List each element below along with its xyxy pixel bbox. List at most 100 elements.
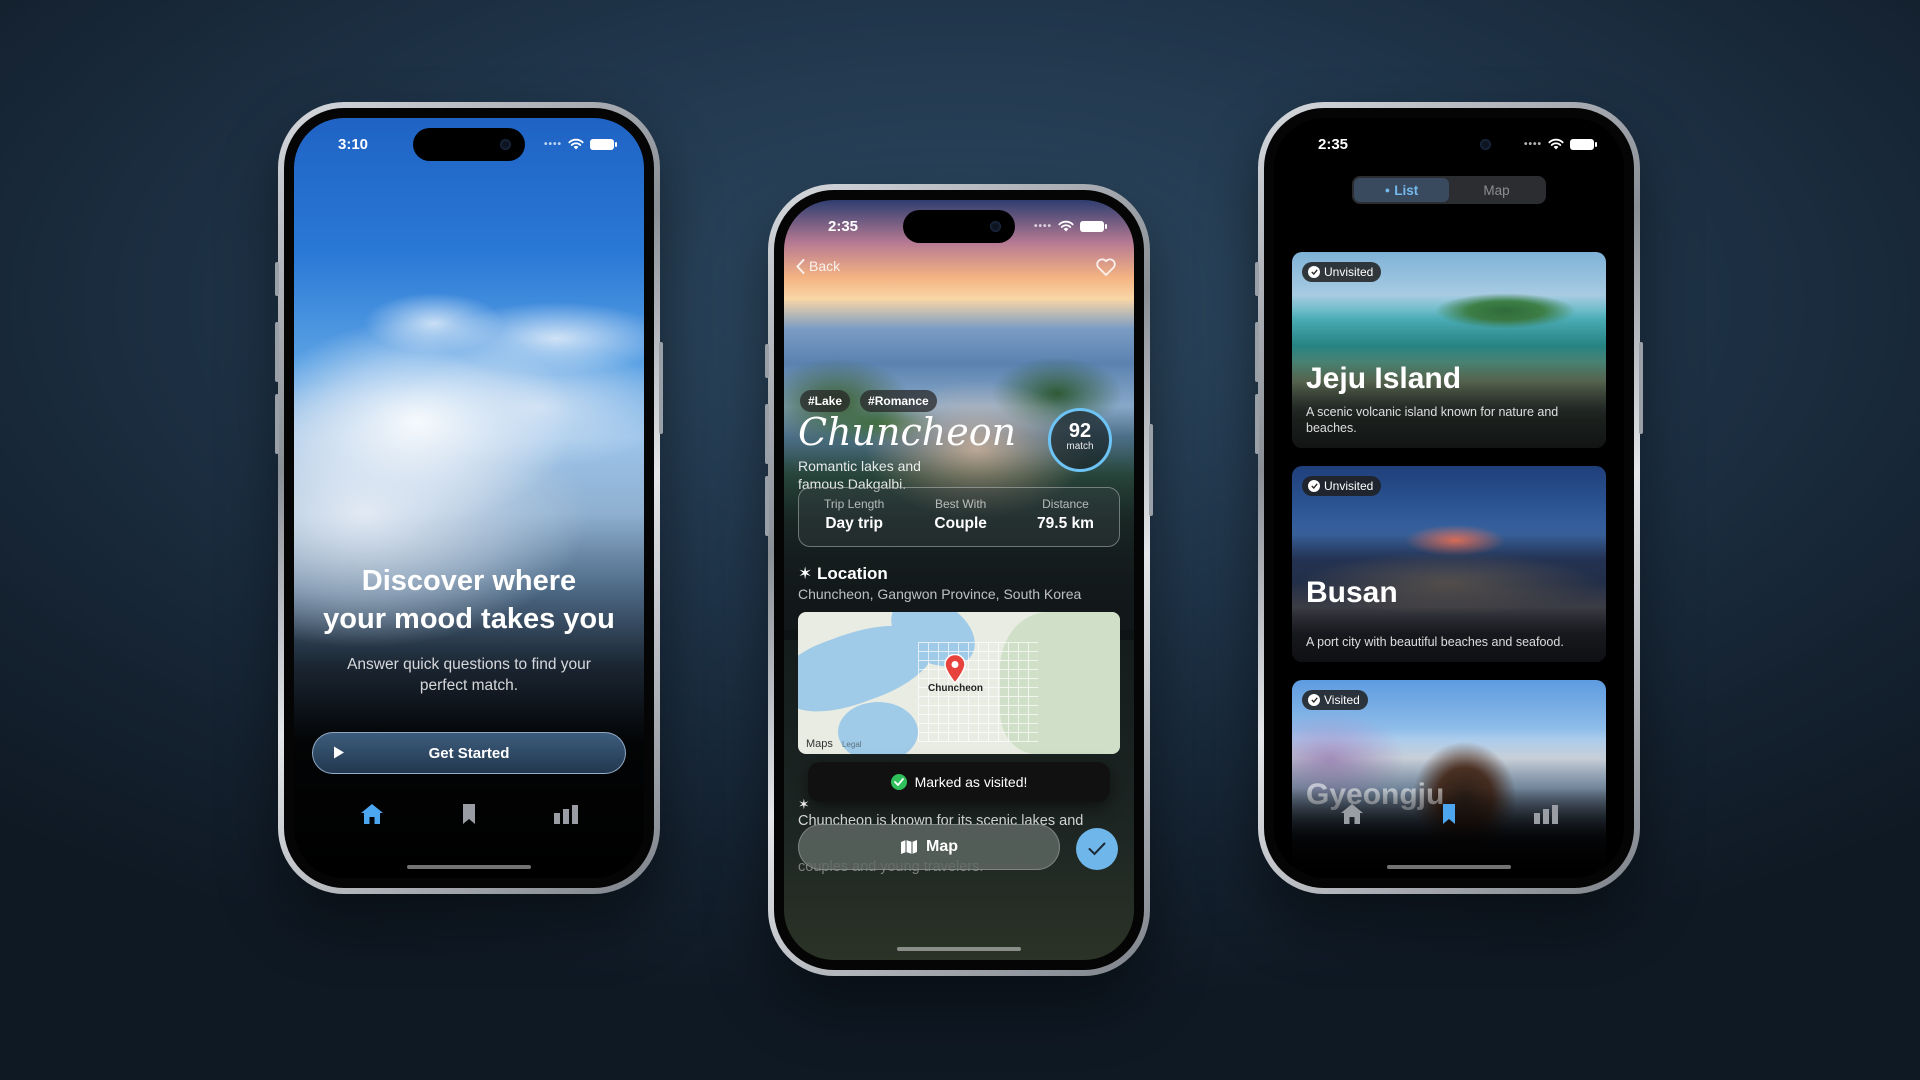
stat-best-with: Best With Couple [934,497,987,546]
phone-onboarding: 3:10 •••• Discover where your mood takes… [275,102,663,894]
stat-key: Trip Length [824,497,885,511]
back-label: Back [809,258,841,274]
location-heading-text: Location [816,564,888,583]
tag-chips: #Lake #Romance [800,390,937,412]
tab-stats[interactable] [1531,800,1561,828]
wifi-icon [1058,220,1074,232]
check-circle-icon [1308,480,1320,492]
status-bar: 2:35 •••• [784,216,1134,238]
bookmark-icon [1442,804,1455,824]
status-time: 2:35 [828,218,859,235]
card-title: Jeju Island [1306,362,1462,395]
location-map[interactable]: Chuncheon Maps Legal [798,612,1120,754]
segment-list[interactable]: ● List [1354,178,1449,202]
status-time: 3:10 [338,136,369,153]
home-indicator [1387,865,1511,869]
bookmark-icon [462,804,475,824]
active-dot-icon: ● [1384,185,1391,195]
signal-icon: •••• [543,138,562,150]
phone-destination-detail: 2:35 •••• Back #Lake #Romance Chuncheon … [765,184,1153,976]
stat-value: 79.5 km [1037,515,1094,532]
stats-icon [1533,805,1558,824]
checkmark-icon [1088,842,1106,856]
destination-card-jeju[interactable]: Unvisited Jeju Island A scenic volcanic … [1292,252,1606,448]
detail-screen: 2:35 •••• Back #Lake #Romance Chuncheon … [784,200,1134,960]
match-score-label: match [1066,441,1094,452]
segment-map[interactable]: Map [1449,178,1544,202]
maps-attribution: Maps Legal [806,738,862,750]
stat-key: Best With [934,497,987,511]
map-pin-label: Chuncheon [928,683,983,694]
sparkle-icon: ✶ [798,564,813,583]
play-icon [334,746,344,759]
tab-bar [1274,800,1624,828]
stat-value: Day trip [825,515,884,532]
favorite-button[interactable] [1096,258,1116,281]
match-score-value: 92 [1068,420,1092,442]
signal-icon: •••• [1523,138,1542,150]
status-badge: Unvisited [1302,476,1382,496]
get-started-button[interactable]: Get Started [312,732,626,774]
battery-icon [1080,220,1107,232]
home-indicator [897,947,1021,951]
onboarding-subtitle: Answer quick questions to find your perf… [347,656,591,694]
tag-chip: #Lake [800,390,851,412]
tab-stats[interactable] [551,800,581,828]
onboarding-title: Discover where your mood takes you [294,562,644,638]
status-bar: 2:35 •••• [1274,134,1624,156]
tab-saved[interactable] [1434,800,1464,828]
back-button[interactable]: Back [796,258,840,274]
status-badge-label: Visited [1324,693,1360,707]
destination-name: Chuncheon [798,410,1017,454]
status-badge-label: Unvisited [1324,479,1374,493]
status-badge: Unvisited [1302,262,1382,282]
location-heading: ✶ Location [798,564,888,584]
title-line-2: your mood takes you [323,603,615,635]
stat-key: Distance [1042,497,1089,511]
visited-toast: Marked as visited! [808,762,1110,802]
wifi-icon [1548,138,1564,150]
segment-list-label: List [1394,182,1419,198]
tab-bar [294,800,644,828]
maps-brand-text: Maps [806,738,833,750]
onboarding-screen: 3:10 •••• Discover where your mood takes… [294,118,644,878]
status-badge: Visited [1302,690,1368,710]
wifi-icon [568,138,584,150]
destination-card-busan[interactable]: Unvisited Busan A port city with beautif… [1292,466,1606,662]
location-address: Chuncheon, Gangwon Province, South Korea [798,586,1082,602]
stats-icon [553,805,578,824]
map-pin-icon[interactable] [944,654,966,684]
card-description: A scenic volcanic island known for natur… [1306,405,1559,435]
maps-legal-link[interactable]: Legal [842,740,862,749]
view-segmented-control: ● List Map [1352,176,1546,204]
tab-saved[interactable] [454,800,484,828]
open-map-button[interactable]: Map [798,824,1060,870]
heart-icon [1096,258,1116,276]
status-badge-label: Unvisited [1324,265,1374,279]
trip-stats-card: Trip Length Day trip Best With Couple Di… [798,487,1120,547]
card-description: A port city with beautiful beaches and s… [1306,635,1564,649]
about-sparkle-icon: ✶ [798,796,810,812]
home-indicator [407,865,531,869]
card-title: Busan [1306,576,1398,609]
map-button-label: Map [926,838,958,855]
stat-distance: Distance 79.5 km [1037,497,1094,546]
saved-list-screen: 2:35 •••• ● List Map Unvisited Jeju Isla… [1274,118,1624,878]
signal-icon: •••• [1033,220,1052,232]
segment-map-label: Map [1483,182,1510,198]
home-icon [361,804,384,824]
check-circle-icon [1308,266,1320,278]
toast-message: Marked as visited! [914,774,1028,790]
tag-chip: #Romance [860,390,937,412]
tab-home[interactable] [1337,800,1367,828]
map-icon [901,840,917,854]
check-circle-icon [890,774,907,790]
mark-visited-button[interactable] [1076,828,1118,870]
check-circle-icon [1308,694,1320,706]
home-icon [1341,804,1364,824]
tab-home[interactable] [357,800,387,828]
stat-trip-length: Trip Length Day trip [824,497,884,546]
battery-icon [590,138,617,150]
status-time: 2:35 [1318,136,1349,153]
chevron-left-icon [796,258,805,274]
